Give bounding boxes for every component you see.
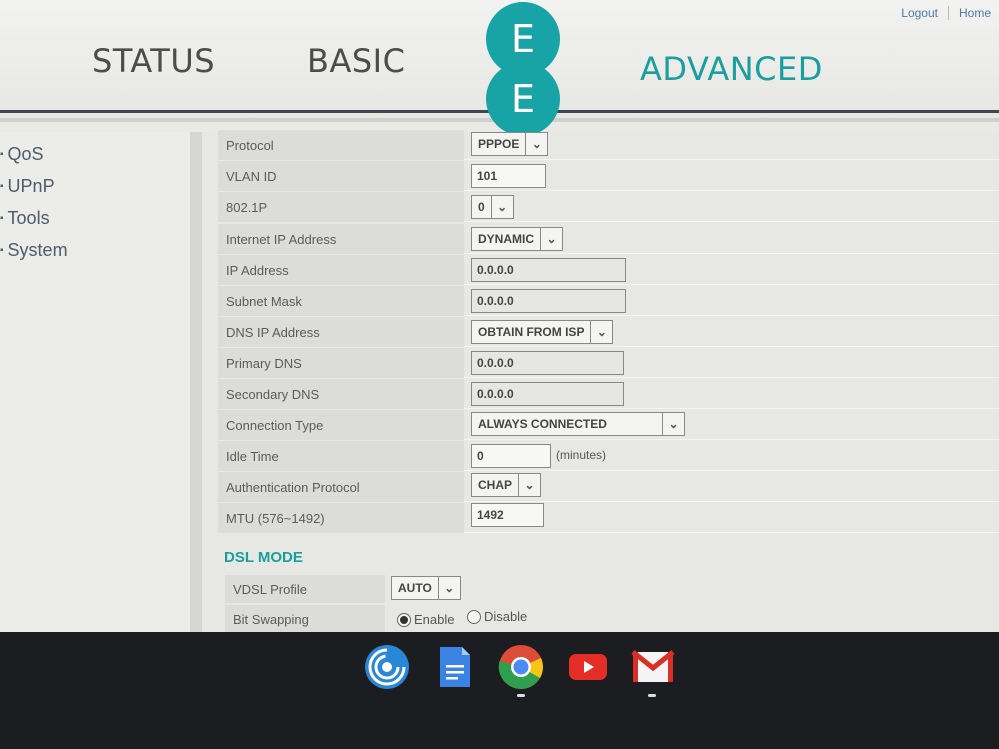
row-idle-time: Idle Time 0 (minutes) [218, 441, 999, 471]
row-secondary-dns: Secondary DNS 0.0.0.0 [218, 379, 999, 409]
idle-time-label: Idle Time [218, 441, 464, 471]
mtu-label: MTU (576~1492) [218, 503, 464, 533]
row-8021p: 802.1P 0 ⌄ [218, 192, 999, 222]
protocol-select[interactable]: PPPOE ⌄ [471, 132, 549, 156]
dns-ip-value: OBTAIN FROM ISP [478, 325, 585, 339]
sidebar-item-system[interactable]: ▪ System [0, 240, 68, 261]
top-links: Logout Home [901, 6, 991, 20]
vdsl-profile-label: VDSL Profile [225, 575, 385, 603]
sidebar-item-qos[interactable]: ▪ QoS [0, 144, 44, 165]
vlan-id-input[interactable]: 101 [471, 164, 546, 188]
bullet-icon: ▪ [0, 245, 4, 256]
link-separator [947, 6, 949, 20]
ee-logo: E E [486, 2, 562, 136]
idle-time-unit: (minutes) [556, 448, 607, 462]
mtu-input[interactable]: 1492 [471, 503, 544, 527]
sidebar: ▪ QoS ▪ UPnP ▪ Tools ▪ System [0, 132, 190, 632]
internet-ip-value: DYNAMIC [478, 232, 534, 246]
connection-type-label: Connection Type [218, 410, 464, 440]
row-subnet-mask: Subnet Mask 0.0.0.0 [218, 286, 999, 316]
router-header: Logout Home STATUS BASIC ADVANCED E E [0, 0, 999, 136]
row-vdsl-profile: VDSL Profile AUTO ⌄ [225, 575, 999, 603]
subnet-mask-input[interactable]: 0.0.0.0 [471, 289, 626, 313]
vlan-id-label: VLAN ID [218, 161, 464, 191]
chevron-down-icon: ⌄ [590, 321, 612, 343]
bit-swapping-enable[interactable]: Enable [397, 612, 454, 627]
row-protocol: Protocol PPPOE ⌄ [218, 130, 999, 160]
row-auth-protocol: Authentication Protocol CHAP ⌄ [218, 472, 999, 502]
bit-swapping-label: Bit Swapping [225, 605, 385, 633]
nav-basic[interactable]: BASIC [307, 42, 405, 80]
dsl-mode-title: DSL MODE [224, 549, 303, 566]
home-link[interactable]: Home [959, 6, 991, 20]
docs-icon[interactable] [432, 644, 478, 690]
vdsl-profile-value: AUTO [398, 581, 432, 595]
chevron-down-icon: ⌄ [662, 413, 684, 435]
secondary-dns-input[interactable]: 0.0.0.0 [471, 382, 624, 406]
row-primary-dns: Primary DNS 0.0.0.0 [218, 348, 999, 378]
running-indicator [517, 694, 525, 697]
radio-selected-icon [397, 612, 411, 627]
chevron-down-icon: ⌄ [490, 196, 513, 218]
dot1p-value: 0 [478, 200, 485, 214]
bullet-icon: ▪ [0, 181, 4, 192]
sidebar-item-label: UPnP [7, 176, 55, 196]
enable-label: Enable [414, 612, 455, 627]
vdsl-profile-select[interactable]: AUTO ⌄ [391, 576, 461, 600]
dot1p-label: 802.1P [218, 192, 464, 222]
sidebar-item-upnp[interactable]: ▪ UPnP [0, 176, 55, 197]
bullet-icon: ▪ [0, 149, 4, 160]
logo-disc-bottom: E [486, 62, 560, 136]
ip-address-label: IP Address [218, 255, 464, 285]
gmail-icon[interactable] [630, 644, 676, 690]
cast-app-icon[interactable] [364, 644, 410, 690]
chevron-down-icon: ⌄ [518, 474, 540, 496]
disable-label: Disable [483, 609, 528, 624]
dot1p-select[interactable]: 0 ⌄ [471, 195, 514, 219]
primary-dns-input[interactable]: 0.0.0.0 [471, 351, 624, 375]
protocol-value: PPPOE [478, 137, 520, 151]
idle-time-input[interactable]: 0 [471, 444, 551, 468]
primary-dns-label: Primary DNS [218, 348, 464, 378]
sidebar-item-label: Tools [7, 208, 50, 228]
protocol-label: Protocol [218, 130, 464, 160]
secondary-dns-label: Secondary DNS [218, 379, 464, 409]
row-bit-swapping: Bit Swapping Enable Disable [225, 605, 999, 633]
row-vlan-id: VLAN ID 101 [218, 161, 999, 191]
chevron-down-icon: ⌄ [540, 228, 562, 250]
auth-protocol-select[interactable]: CHAP ⌄ [471, 473, 542, 497]
nav-status[interactable]: STATUS [92, 42, 215, 80]
chrome-icon[interactable] [498, 644, 544, 690]
nav-advanced[interactable]: ADVANCED [640, 50, 823, 88]
connection-type-select[interactable]: ALWAYS CONNECTED ⌄ [471, 412, 685, 436]
connection-type-value: ALWAYS CONNECTED [478, 417, 607, 431]
row-connection-type: Connection Type ALWAYS CONNECTED ⌄ [218, 410, 999, 440]
youtube-icon[interactable] [565, 644, 611, 690]
os-shelf [0, 632, 999, 749]
dns-ip-label: DNS IP Address [218, 317, 464, 347]
ip-address-input[interactable]: 0.0.0.0 [471, 258, 626, 282]
bit-swapping-disable[interactable]: Disable [466, 609, 528, 624]
row-ip-address: IP Address 0.0.0.0 [218, 255, 999, 285]
sidebar-divider [190, 132, 202, 632]
internet-ip-select[interactable]: DYNAMIC ⌄ [471, 227, 563, 251]
internet-ip-label: Internet IP Address [218, 224, 464, 254]
sidebar-item-tools[interactable]: ▪ Tools [0, 208, 50, 229]
logout-link[interactable]: Logout [901, 6, 938, 20]
dns-ip-select[interactable]: OBTAIN FROM ISP ⌄ [471, 320, 614, 344]
sidebar-item-label: System [7, 240, 68, 260]
sidebar-item-label: QoS [7, 144, 44, 164]
running-indicator [648, 694, 656, 697]
row-internet-ip: Internet IP Address DYNAMIC ⌄ [218, 224, 999, 254]
chevron-down-icon: ⌄ [437, 577, 460, 599]
bit-swapping-options: Enable Disable [397, 609, 535, 633]
auth-protocol-value: CHAP [478, 478, 513, 492]
row-mtu: MTU (576~1492) 1492 [218, 503, 999, 533]
radio-unselected-icon [466, 609, 481, 624]
row-dns-ip: DNS IP Address OBTAIN FROM ISP ⌄ [218, 317, 999, 347]
subnet-mask-label: Subnet Mask [218, 286, 464, 316]
chevron-down-icon: ⌄ [525, 133, 547, 155]
bullet-icon: ▪ [0, 213, 4, 224]
auth-protocol-label: Authentication Protocol [218, 472, 464, 502]
